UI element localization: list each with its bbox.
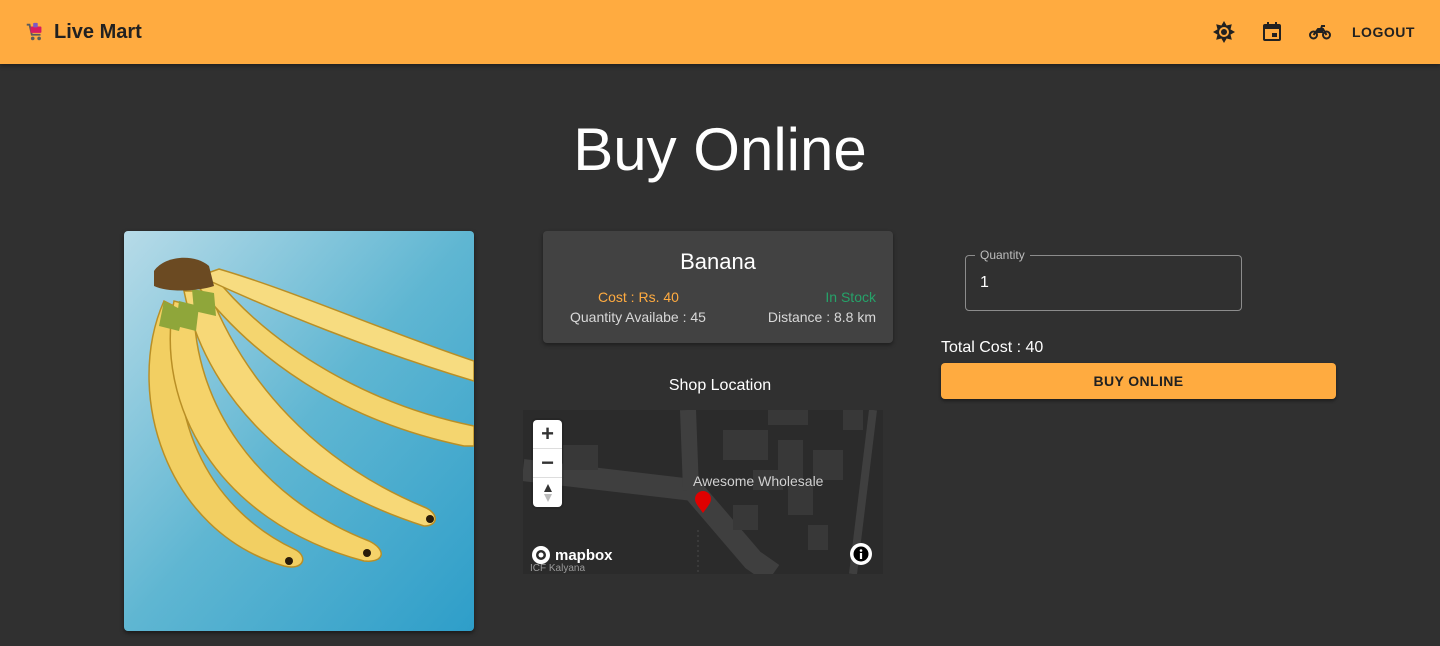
app-title: Live Mart [54,20,142,43]
mapbox-logo-text: mapbox [555,546,613,564]
quantity-available: Quantity Availabe : 45 [570,309,706,325]
calendar-icon[interactable] [1260,20,1284,44]
product-image [124,231,474,631]
shopping-cart-icon [26,22,42,41]
page-title: Buy Online [573,116,867,183]
total-cost: Total Cost : 40 [941,339,1044,356]
map-controls: + − [533,420,562,507]
map-place-label: ICF Kalyana [530,563,586,574]
zoom-in-button[interactable]: + [533,420,562,449]
brightness-icon[interactable] [1212,20,1236,44]
product-info-card: Banana Cost : Rs. 40 Quantity Availabe :… [543,231,893,343]
mapbox-icon [532,546,550,564]
map-marker-icon[interactable] [694,490,712,514]
shop-location-label: Shop Location [668,377,772,394]
shop-location-map[interactable]: + − Awesome Wholesale mapbox ICF Kalyana [523,410,883,574]
map-info-button[interactable] [850,543,872,565]
logout-button[interactable]: LOGOUT [1342,18,1425,46]
product-name: Banana [680,249,756,274]
compass-button[interactable] [533,478,562,507]
zoom-out-button[interactable]: − [533,449,562,478]
product-cost: Cost : Rs. 40 [598,289,679,305]
stock-status: In Stock [825,289,876,305]
quantity-field[interactable]: Quantity [965,248,1242,311]
brand[interactable]: Live Mart [24,18,142,46]
compass-icon [543,483,552,502]
buy-online-button[interactable]: BUY ONLINE [941,363,1336,399]
shop-distance: Distance : 8.8 km [767,309,876,325]
mapbox-logo[interactable]: mapbox [531,545,613,565]
delivery-bike-icon[interactable] [1308,20,1332,44]
app-bar: Live Mart LOGOUT [0,0,1440,64]
info-icon [853,546,869,562]
shop-marker-label: Awesome Wholesale [693,473,824,489]
quantity-input[interactable] [966,256,1241,310]
